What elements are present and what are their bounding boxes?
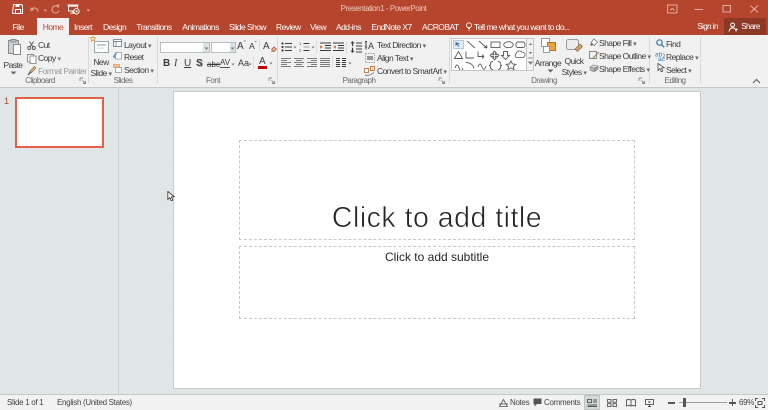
svg-text:A: A: [368, 41, 374, 50]
svg-text:2: 2: [299, 48, 302, 53]
svg-text:1: 1: [299, 42, 302, 46]
